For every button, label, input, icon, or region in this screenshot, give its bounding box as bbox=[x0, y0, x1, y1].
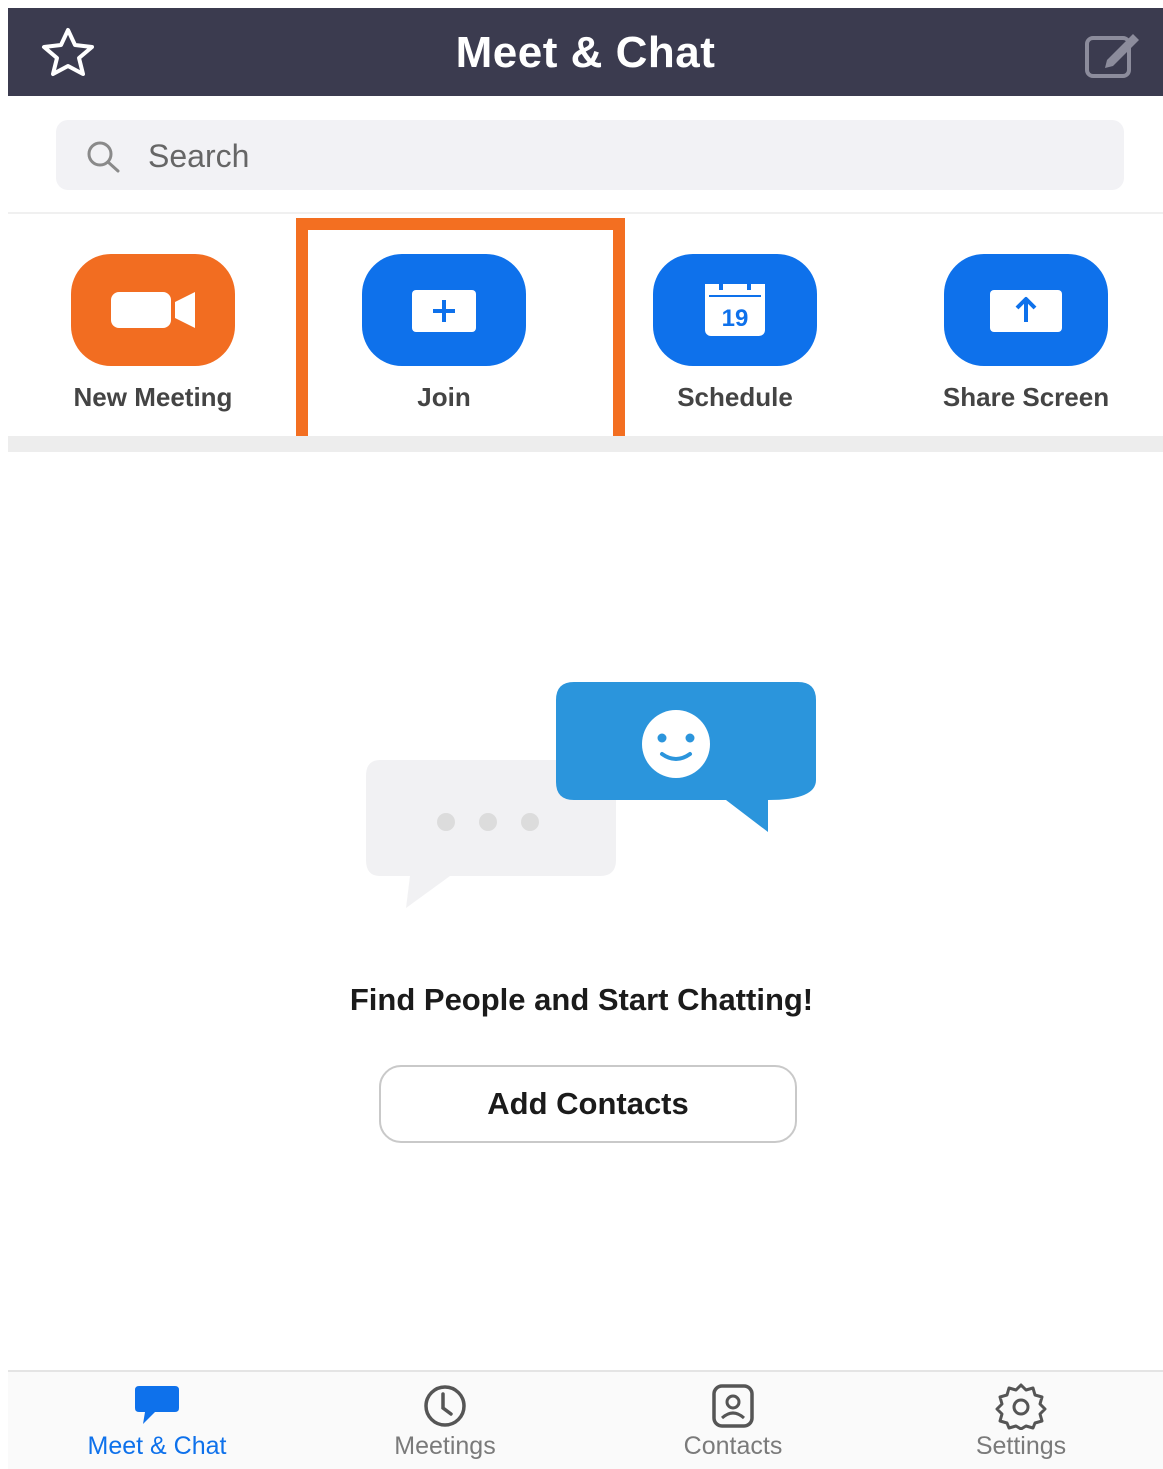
schedule-button[interactable]: 19 Schedule bbox=[615, 254, 855, 424]
share-screen-label: Share Screen bbox=[942, 382, 1110, 412]
tab-contacts-label: Contacts bbox=[683, 1432, 783, 1460]
action-row: New Meeting Join 19 Schedule Share Scree… bbox=[8, 214, 1163, 436]
page-title: Meet & Chat bbox=[455, 28, 716, 77]
new-meeting-label: New Meeting bbox=[73, 382, 233, 412]
search-icon bbox=[87, 141, 120, 173]
empty-state-title: Find People and Start Chatting! bbox=[349, 982, 814, 1017]
section-separator bbox=[8, 436, 1163, 452]
share-screen-tile[interactable] bbox=[944, 254, 1108, 366]
gear-icon bbox=[995, 1383, 1047, 1430]
tab-settings-label: Settings bbox=[975, 1432, 1067, 1460]
search-section bbox=[0, 96, 1163, 214]
search-input[interactable] bbox=[146, 130, 1050, 182]
tab-meetings[interactable]: Meetings bbox=[301, 1372, 589, 1469]
share-screen-button[interactable]: Share Screen bbox=[906, 254, 1146, 424]
compose-icon[interactable] bbox=[1081, 26, 1145, 82]
tab-meet-chat[interactable]: Meet & Chat bbox=[13, 1372, 301, 1469]
upload-arrow-icon bbox=[990, 290, 1062, 332]
new-meeting-button[interactable]: New Meeting bbox=[33, 254, 273, 424]
video-camera-icon bbox=[111, 292, 195, 328]
join-button[interactable]: Join bbox=[324, 254, 564, 424]
plus-icon bbox=[412, 290, 476, 332]
calendar-day: 19 bbox=[722, 305, 749, 332]
tab-contacts[interactable]: Contacts bbox=[589, 1372, 877, 1469]
chat-bubbles-illustration bbox=[366, 682, 816, 908]
tab-meet-chat-label: Meet & Chat bbox=[87, 1432, 227, 1460]
calendar-icon: 19 bbox=[705, 280, 765, 336]
add-contacts-button[interactable]: Add Contacts bbox=[379, 1065, 797, 1143]
schedule-tile[interactable]: 19 bbox=[653, 254, 817, 366]
tab-settings[interactable]: Settings bbox=[877, 1372, 1163, 1469]
contact-card-icon bbox=[712, 1384, 754, 1428]
new-meeting-tile[interactable] bbox=[71, 254, 235, 366]
clock-icon bbox=[424, 1385, 466, 1427]
schedule-label: Schedule bbox=[677, 382, 793, 412]
chat-bubble-icon bbox=[135, 1386, 179, 1424]
app-header: Meet & Chat bbox=[8, 8, 1163, 96]
search-bar[interactable] bbox=[56, 120, 1124, 190]
join-tile[interactable] bbox=[362, 254, 526, 366]
tab-meetings-label: Meetings bbox=[394, 1432, 496, 1460]
bottom-nav: Meet & Chat Meetings Contacts Settings bbox=[8, 1370, 1163, 1469]
join-label: Join bbox=[417, 382, 471, 412]
